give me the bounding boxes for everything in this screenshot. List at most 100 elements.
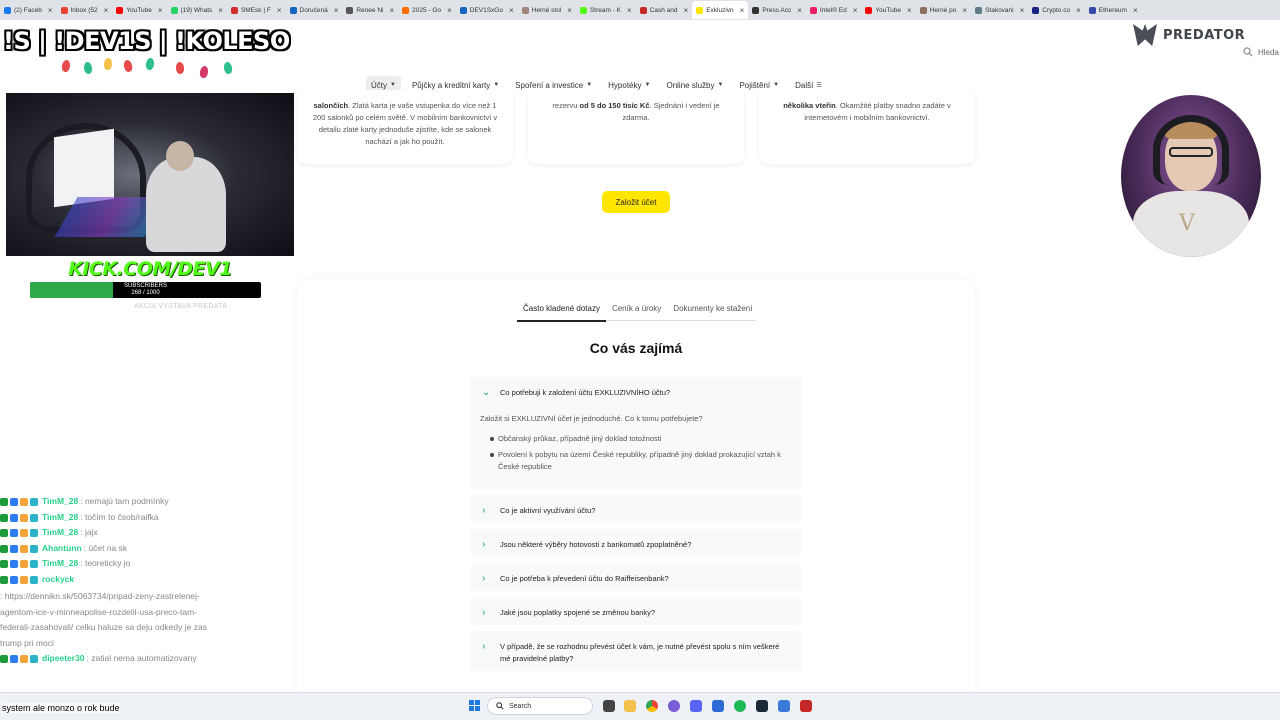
browser-tab[interactable]: DEV1SxGo ×	[456, 1, 518, 19]
close-tab-icon[interactable]: ×	[1133, 6, 1138, 15]
caret-down-icon: ▼	[717, 82, 724, 88]
nav-item-label: Online služby	[666, 80, 715, 90]
chat-username[interactable]: TimM_28	[42, 494, 78, 510]
tab-favicon-icon	[116, 6, 124, 14]
browser-tab[interactable]: Stream - K ×	[576, 1, 636, 19]
app-icon[interactable]	[668, 700, 680, 712]
chat-message: TimM_28: teoreticky jo	[0, 556, 240, 572]
close-tab-icon[interactable]: ×	[907, 6, 912, 15]
chat-username[interactable]: Ahantunn	[42, 541, 82, 557]
faq-item[interactable]: › Jaké jsou poplatky spojené se změnou ba…	[470, 597, 802, 625]
chat-username[interactable]: rockyck	[42, 572, 74, 588]
site-search[interactable]: Hleda	[1243, 47, 1279, 57]
close-tab-icon[interactable]: ×	[509, 6, 514, 15]
tab-faq[interactable]: Často kladené dotazy	[517, 302, 606, 322]
chat-username[interactable]: TimM_28	[42, 525, 78, 541]
browser-tab[interactable]: Renee Ni ×	[342, 1, 398, 19]
chat-username[interactable]: TimM_28	[42, 510, 78, 526]
browser-tab-label: Press Acc	[762, 6, 792, 14]
browser-tab[interactable]: Ethereum ×	[1085, 1, 1142, 19]
chat-badge-icon	[10, 575, 18, 584]
subscriber-goal-text: SUBSCRIBERS 268 / 1000	[30, 283, 261, 297]
browser-tab-label: DEV1SxGo	[469, 6, 503, 14]
spotify-icon[interactable]	[734, 700, 746, 712]
steam-icon[interactable]	[756, 700, 768, 712]
chat-text: : účet na sk	[83, 542, 128, 553]
close-tab-icon[interactable]: ×	[104, 6, 109, 15]
browser-tab[interactable]: Stakovani ×	[971, 1, 1028, 19]
close-tab-icon[interactable]: ×	[277, 6, 282, 15]
faq-item[interactable]: › Co je potřeba k převedení účtu do Raiff…	[470, 563, 802, 591]
faq-question: Co je aktivní využívání účtu?	[500, 506, 596, 515]
browser-tab[interactable]: Intel® Ed ×	[806, 1, 862, 19]
browser-tab[interactable]: Herné stol ×	[518, 1, 576, 19]
tab-pricing[interactable]: Ceník a úroky	[606, 302, 667, 322]
close-tab-icon[interactable]: ×	[627, 6, 632, 15]
faq-item[interactable]: › Jsou některé výběry hotovosti z bankoma…	[470, 529, 802, 557]
browser-tab[interactable]: SMEsk | F ×	[227, 1, 286, 19]
chat-badge-icon	[0, 575, 8, 584]
chat-badge-icon	[20, 529, 28, 537]
close-tab-icon[interactable]: ×	[158, 6, 163, 15]
tab-favicon-icon	[289, 6, 297, 14]
close-tab-icon[interactable]: ×	[684, 6, 689, 15]
app-icon[interactable]	[778, 700, 790, 712]
browser-tab[interactable]: YouTube ×	[112, 1, 166, 19]
discord-icon[interactable]	[690, 700, 702, 712]
christmas-light-icon	[122, 59, 134, 73]
chat-message: rockyck: https://dennikn.sk/5063734/prip…	[0, 572, 240, 652]
app-icon[interactable]	[712, 700, 724, 712]
browser-tab[interactable]: Crypto.co ×	[1028, 1, 1085, 19]
chat-text: : teoreticky jo	[80, 558, 131, 568]
close-tab-icon[interactable]: ×	[389, 6, 394, 15]
close-tab-icon[interactable]: ×	[447, 6, 452, 15]
close-tab-icon[interactable]: ×	[1020, 6, 1025, 15]
open-account-button[interactable]: Založit účet	[602, 191, 670, 213]
browser-tab[interactable]: Herné po ×	[916, 1, 971, 19]
browser-tab[interactable]: Exkluzivn ×	[692, 1, 749, 19]
close-tab-icon[interactable]: ×	[797, 6, 802, 15]
faq-heading: Co vás zajímá	[589, 340, 683, 356]
tab-favicon-icon	[60, 6, 68, 14]
task-view-icon[interactable]	[603, 700, 615, 712]
windows-start-icon[interactable]	[469, 700, 480, 711]
tab-documents[interactable]: Dokumenty ke stažení	[667, 302, 758, 322]
browser-tab[interactable]: 2025 - Go ×	[398, 1, 456, 19]
browser-tab[interactable]: Doručená ×	[286, 1, 343, 19]
windows-taskbar	[0, 692, 1280, 720]
chat-badge-icon	[20, 575, 28, 584]
browser-tab[interactable]: YouTube ×	[861, 1, 915, 19]
close-tab-icon[interactable]: ×	[740, 6, 745, 15]
chat-username[interactable]: TimM_28	[42, 556, 78, 572]
close-tab-icon[interactable]: ×	[334, 6, 339, 15]
faq-item[interactable]: › V případě, že se rozhodnu převést účet …	[470, 631, 802, 671]
close-tab-icon[interactable]: ×	[853, 6, 858, 15]
faq-question-toggle[interactable]: ⌄ Co potřebuji k založení účtu EXKLUZIVN…	[470, 377, 802, 407]
tab-favicon-icon	[346, 6, 354, 14]
chrome-icon[interactable]	[646, 700, 658, 712]
chevron-right-icon: ›	[482, 505, 486, 516]
browser-tab[interactable]: (19) Whats ×	[167, 1, 227, 19]
close-tab-icon[interactable]: ×	[1076, 6, 1081, 15]
benefit-card-lounges: salončích. Zlatá karta je vaše vstupenka…	[297, 90, 513, 164]
close-tab-icon[interactable]: ×	[962, 6, 967, 15]
benefit-card-overdraft: rezervu od 5 do 150 tisíc Kč. Sjednání i…	[528, 90, 744, 164]
file-explorer-icon[interactable]	[624, 700, 636, 712]
browser-tab[interactable]: Press Acc ×	[748, 1, 806, 19]
browser-tab[interactable]: Inbox (52 ×	[57, 1, 113, 19]
chevron-right-icon: ›	[482, 539, 486, 550]
browser-tab[interactable]: Cash and ×	[636, 1, 693, 19]
close-tab-icon[interactable]: ×	[48, 6, 53, 15]
close-tab-icon[interactable]: ×	[218, 6, 223, 15]
chat-message: Ahantunn: účet na sk	[0, 541, 240, 557]
app-icon[interactable]	[800, 700, 812, 712]
taskbar-search[interactable]: Search	[487, 697, 593, 715]
close-tab-icon[interactable]: ×	[567, 6, 572, 15]
faq-item[interactable]: › Co je aktivní využívání účtu?	[470, 495, 802, 523]
chat-message: TimM_28: točím to čsob/raifka	[0, 510, 240, 526]
browser-tab[interactable]: (2) Faceb ×	[0, 1, 57, 19]
chat-username[interactable]: dipeeter30	[42, 651, 85, 667]
browser-tab-label: SMEsk | F	[240, 6, 271, 14]
chat-badge-icon	[10, 498, 18, 506]
search-icon	[496, 702, 504, 710]
